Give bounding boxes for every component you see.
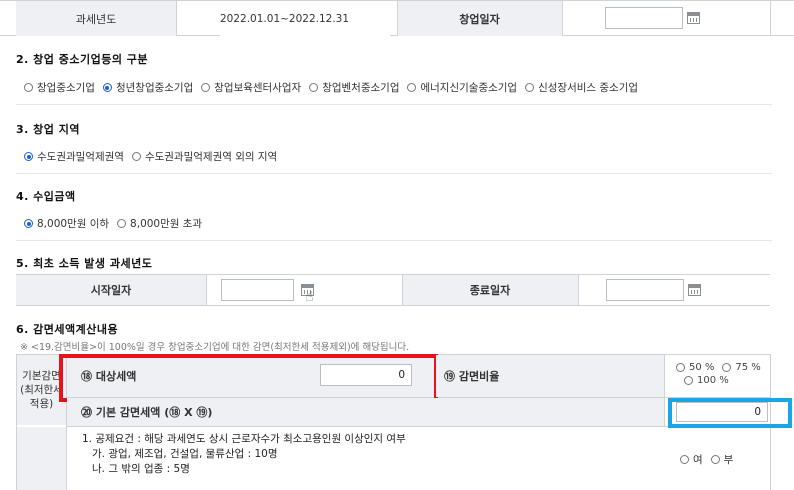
- requirement-radio-group: 여 부: [680, 452, 741, 467]
- basic-tax-label-cell: ⑳ 기본 감면세액 (⑱ X ⑲): [67, 398, 664, 426]
- radio-revenue-under-80m[interactable]: 8,000만원 이하: [24, 216, 109, 231]
- requirement-text: 1. 공제요건 : 해당 과세연도 상시 근로자수가 최소고용인원 이상인지 여…: [82, 432, 662, 477]
- first-income-year-row: 시작일자 ☝ 종료일자: [16, 274, 770, 306]
- section6-notice: ※ <19.감면비율>이 100%일 경우 창업중소기업에 대한 감면(최저한세…: [20, 342, 410, 353]
- radio-no[interactable]: 부: [710, 452, 733, 467]
- section6-title: 6. 감면세액계산내용: [16, 323, 119, 336]
- section2-radio-group: 창업중소기업 청년창업중소기업 창업보육센터사업자 창업벤처중소기업 에너지신기…: [24, 80, 646, 95]
- radio-selected-icon: [24, 152, 33, 161]
- radio-rate-75[interactable]: 75 %: [722, 362, 761, 373]
- radio-incubator[interactable]: 창업보육센터사업자: [201, 80, 301, 95]
- first-end-date-input[interactable]: [606, 279, 684, 301]
- rate-label-cell: ⑲ 감면비율: [436, 355, 664, 397]
- requirement-line-3: 나. 그 밖의 업종 : 5명: [92, 463, 190, 475]
- radio-circle-icon: [309, 83, 319, 92]
- start-date-label: 창업일자: [397, 1, 562, 36]
- radio-circle-icon: [684, 376, 693, 385]
- radio-circle-icon: [131, 152, 141, 161]
- end-label: 종료일자: [402, 275, 578, 305]
- radio-circle-icon: [24, 83, 33, 92]
- radio-circle-icon: [722, 363, 732, 372]
- requirement-line-2: 가. 광업, 제조업, 건설업, 물류산업 : 10명: [92, 448, 278, 460]
- section4-radio-group: 8,000만원 이하 8,000만원 초과: [24, 216, 210, 231]
- radio-revenue-over-80m[interactable]: 8,000만원 초과: [117, 216, 202, 231]
- basic-tax-label: ⑳ 기본 감면세액 (⑱ X ⑲): [81, 406, 213, 419]
- first-start-date-input[interactable]: [221, 279, 294, 301]
- radio-startup-sme[interactable]: 창업중소기업: [24, 80, 95, 95]
- radio-selected-icon: [24, 219, 33, 228]
- radio-yes[interactable]: 여: [680, 452, 703, 467]
- radio-rate-100[interactable]: 100 %: [684, 375, 729, 386]
- start-label: 시작일자: [16, 275, 206, 305]
- basic-reduction-spacer: [17, 427, 66, 490]
- mouse-cursor-icon: ☝: [305, 289, 314, 305]
- tax-year-value: 2022.01.01~2022.12.31: [220, 1, 390, 36]
- rate-label: ⑲ 감면비율: [444, 370, 500, 383]
- radio-circle-icon: [710, 455, 720, 464]
- section5-title: 5. 최초 소득 발생 과세년도: [16, 257, 153, 270]
- radio-circle-icon: [680, 455, 689, 464]
- radio-metro-overcrowded[interactable]: 수도권과밀억제권역: [24, 149, 124, 164]
- radio-energy-tech-sme[interactable]: 에너지신기술중소기업: [407, 80, 517, 95]
- rate-radio-group: 50 % 75 % 100 %: [676, 362, 770, 386]
- target-tax-highlight: [59, 354, 438, 402]
- section4-title: 4. 수입금액: [16, 190, 76, 203]
- radio-circle-icon: [676, 363, 685, 372]
- start-date-input[interactable]: [605, 7, 683, 29]
- radio-circle-icon: [201, 83, 211, 92]
- start-date-calendar-icon[interactable]: [687, 12, 700, 24]
- section3-radio-group: 수도권과밀억제권역 수도권과밀억제권역 외의 지역: [24, 149, 285, 164]
- radio-selected-icon: [102, 83, 112, 92]
- radio-new-growth-service-sme[interactable]: 신성장서비스 중소기업: [525, 80, 638, 95]
- radio-circle-icon: [117, 219, 127, 228]
- tax-year-label: 과세년도: [16, 1, 176, 36]
- radio-circle-icon: [407, 83, 417, 92]
- requirement-line-1: 1. 공제요건 : 해당 과세연도 상시 근로자수가 최소고용인원 이상인지 여…: [82, 433, 406, 445]
- radio-outside-metro[interactable]: 수도권과밀억제권역 외의 지역: [131, 149, 277, 164]
- radio-circle-icon: [525, 83, 535, 92]
- radio-venture-sme[interactable]: 창업벤처중소기업: [309, 80, 399, 95]
- section2-title: 2. 창업 중소기업등의 구분: [16, 53, 149, 66]
- basic-tax-highlight: [668, 398, 792, 428]
- first-end-calendar-icon[interactable]: [688, 284, 701, 296]
- radio-youth-startup-sme[interactable]: 청년창업중소기업: [102, 80, 193, 95]
- section3-title: 3. 창업 지역: [16, 123, 80, 136]
- radio-rate-50[interactable]: 50 %: [676, 362, 714, 373]
